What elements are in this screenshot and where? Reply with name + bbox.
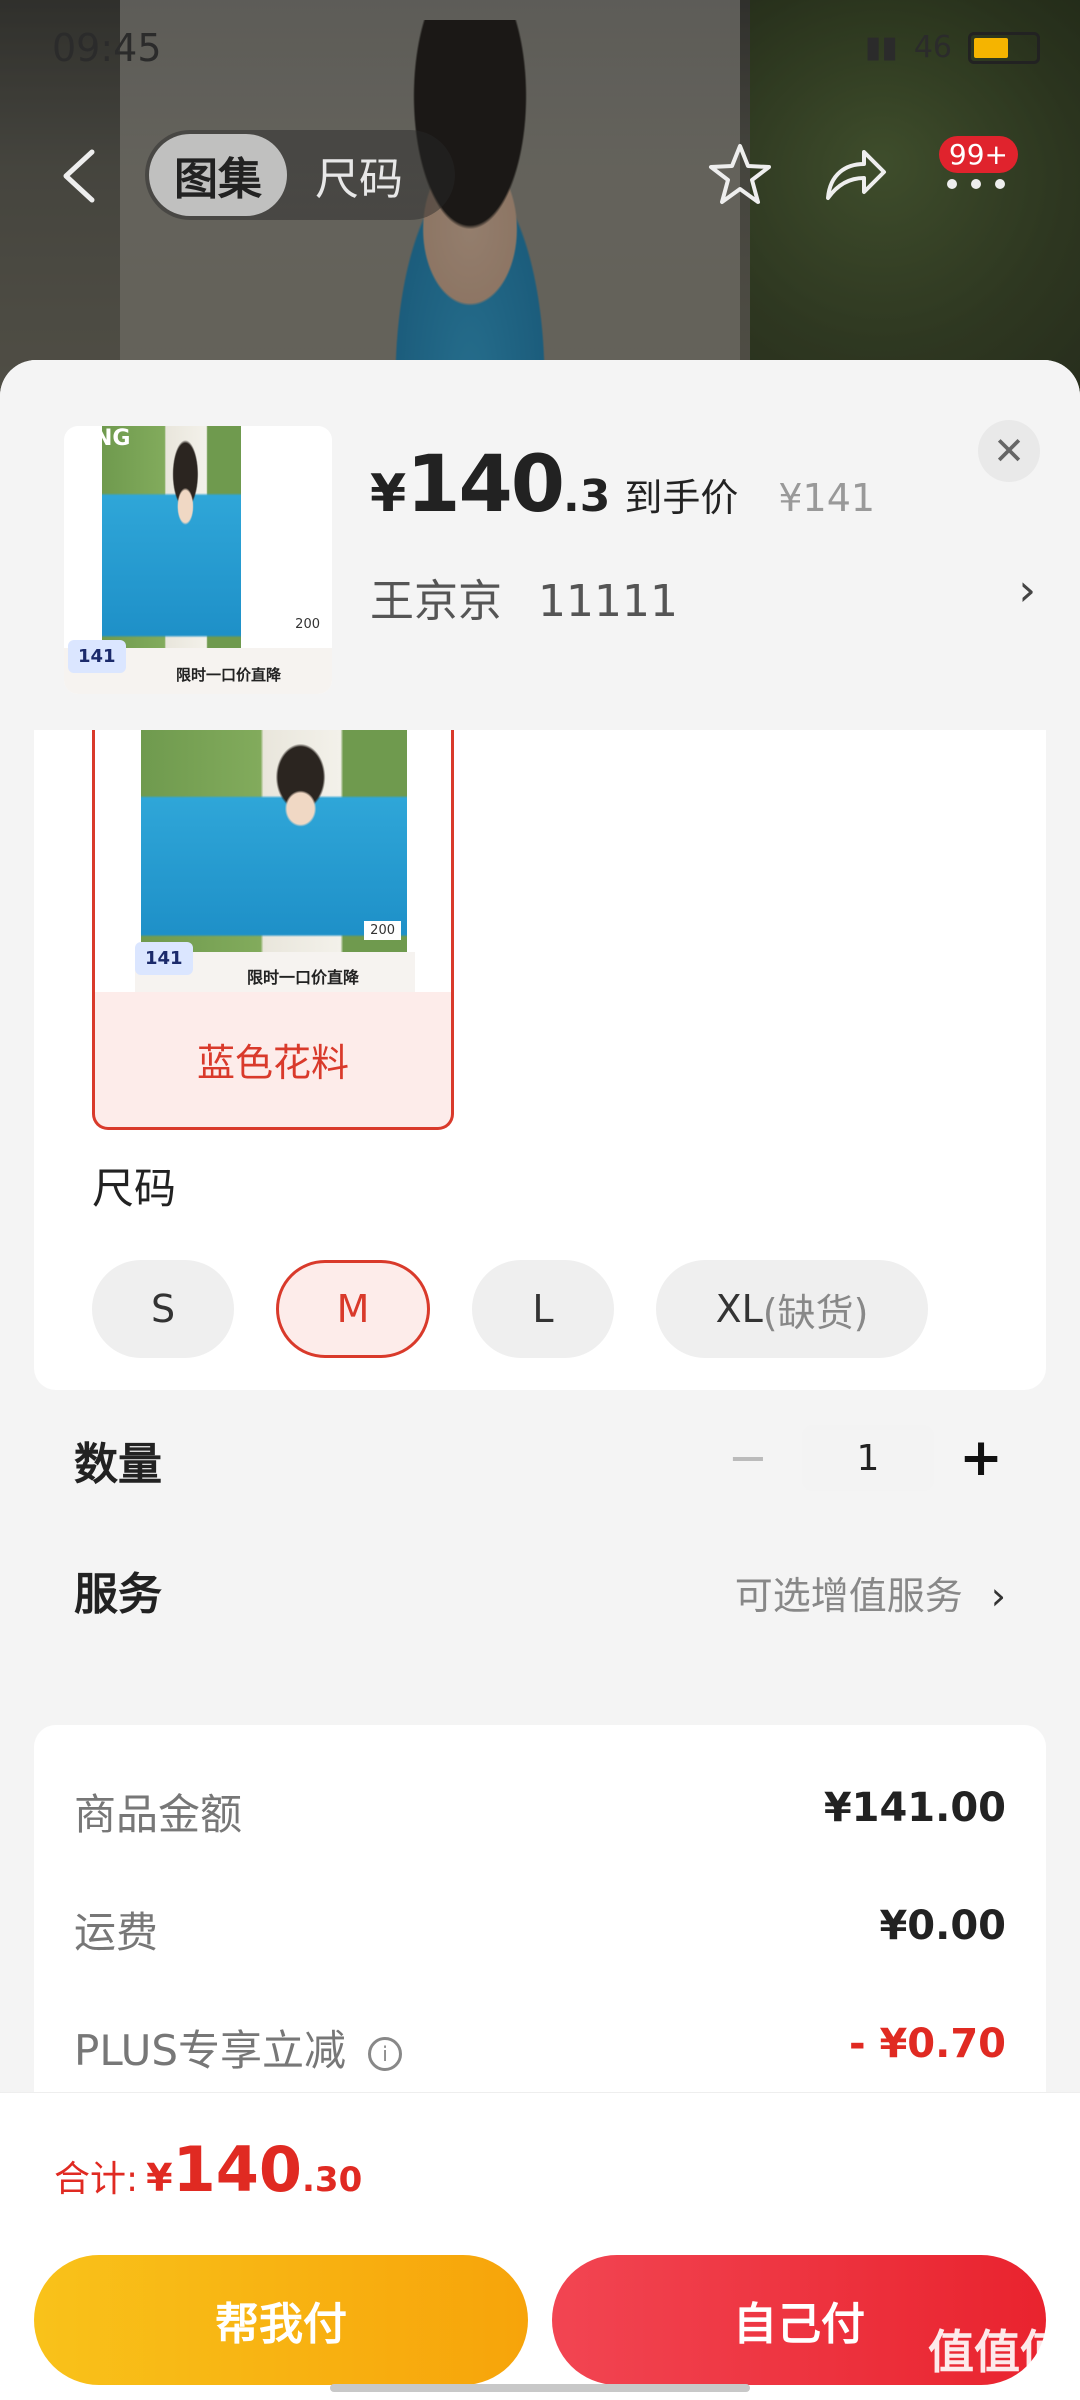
- size-option-l[interactable]: L: [472, 1260, 614, 1358]
- price-integer: 140: [406, 440, 565, 530]
- thumbnail-strip: 141 限时一口价直降: [64, 640, 332, 694]
- status-time: 09:45: [52, 26, 162, 70]
- quantity-minus-button[interactable]: −: [716, 1430, 780, 1486]
- signal-icon: ▮▮: [864, 30, 898, 65]
- quantity-row-controls: 数量 − 1 +: [74, 1415, 1046, 1505]
- top-navigation: 图集 尺码 99+: [0, 130, 1080, 220]
- watermark-sub: zhizhizhi.com: [930, 2382, 1066, 2400]
- service-label: 服务: [74, 1569, 162, 1620]
- service-value-text: 可选增值服务: [734, 1574, 963, 1618]
- fee-row-shipping: 运费 ¥0.00: [74, 1885, 1006, 1965]
- site-watermark: 值值值 zhizhizhi.com: [928, 2316, 1066, 2400]
- share-icon[interactable]: [820, 140, 890, 210]
- thumbnail-ref-price: 141: [68, 640, 126, 673]
- more-button[interactable]: 99+: [930, 136, 1040, 210]
- address-phone: 11111: [538, 576, 678, 627]
- sku-image-tag: 200: [364, 921, 401, 940]
- quantity-value[interactable]: 1: [802, 1425, 934, 1491]
- size-option-xl[interactable]: XL (缺货): [656, 1260, 928, 1358]
- chevron-right-icon: ›: [990, 1574, 1006, 1618]
- size-option-s[interactable]: S: [92, 1260, 234, 1358]
- total-currency: ¥: [146, 2156, 173, 2200]
- thumbnail-brand: NG: [94, 426, 131, 451]
- fee-plus-label-wrap: PLUS专享立减 i: [74, 2017, 403, 2078]
- sku-promo: 限时一口价直降: [247, 968, 360, 987]
- quantity-label-text: 数量: [74, 1439, 162, 1490]
- sku-ref-price: 141: [135, 942, 193, 975]
- size-title: 尺码: [92, 1164, 177, 1213]
- thumbnail-tag: 200: [289, 615, 326, 634]
- size-option-m[interactable]: M: [276, 1260, 430, 1358]
- total-decimal: .30: [302, 2160, 363, 2200]
- price-label: 到手价: [624, 476, 739, 520]
- quantity-plus-button[interactable]: +: [956, 1428, 1006, 1488]
- info-icon[interactable]: i: [368, 2036, 403, 2071]
- fee-row-goods: 商品金额 ¥141.00: [74, 1767, 1006, 1847]
- sku-option-selected[interactable]: 200 141 限时一口价直降 蓝色花料: [92, 730, 454, 1130]
- address-name: 王京京: [370, 576, 502, 627]
- back-arrow-icon[interactable]: [58, 148, 102, 204]
- fee-shipping-value: ¥0.00: [879, 1903, 1006, 1949]
- watermark-main: 值值值: [928, 2325, 1066, 2379]
- chevron-right-icon[interactable]: ›: [1018, 565, 1036, 616]
- total-amount: 合计: ¥ 140 .30: [54, 2133, 362, 2206]
- help-pay-button[interactable]: 帮我付: [34, 2255, 528, 2385]
- sku-image-strip: 141 限时一口价直降: [135, 942, 415, 992]
- network-label: 46: [913, 30, 952, 65]
- fee-summary-card: 商品金额 ¥141.00 运费 ¥0.00 PLUS专享立减 i - ¥0.70: [34, 1725, 1046, 2125]
- product-thumbnail[interactable]: NG 200 141 限时一口价直降: [64, 426, 332, 694]
- thumbnail-promo: 限时一口价直降: [176, 666, 282, 684]
- fee-shipping-label: 运费: [74, 1908, 159, 1957]
- price-decimal: .3: [563, 471, 611, 522]
- fee-goods-label: 商品金额: [74, 1790, 243, 1839]
- fee-row-plus-discount: PLUS专享立减 i - ¥0.70: [74, 2003, 1006, 2083]
- size-xl-out-of-stock: (缺货): [762, 1290, 869, 1335]
- fee-plus-label: PLUS专享立减: [74, 2026, 347, 2075]
- tab-size[interactable]: 尺码: [315, 130, 403, 220]
- status-bar: 09:45 ▮▮ 46: [52, 26, 1040, 76]
- delivery-address[interactable]: 王京京 11111: [370, 565, 678, 629]
- close-button[interactable]: ✕: [978, 420, 1040, 482]
- battery-icon: [968, 31, 1040, 64]
- home-indicator[interactable]: [330, 2384, 750, 2392]
- service-value: 可选增值服务 ›: [735, 1565, 1006, 1620]
- options-card: 200 141 限时一口价直降 蓝色花料 尺码 S M L XL(缺货) 数量: [34, 730, 1046, 1390]
- original-price: ¥141: [778, 476, 876, 520]
- size-xl-label: XL: [715, 1287, 763, 1331]
- cart-badge: 99+: [938, 136, 1018, 173]
- price-currency: ¥: [370, 464, 407, 524]
- sheet-header: NG 200 141 限时一口价直降 ¥ 140 .3 到手价 ¥141 ✕ 王…: [0, 360, 1080, 730]
- sku-image: 200 141 限时一口价直降: [95, 730, 451, 992]
- fee-goods-value: ¥141.00: [823, 1785, 1006, 1831]
- fee-plus-value: - ¥0.70: [848, 2021, 1006, 2067]
- checkout-bar: 合计: ¥ 140 .30 帮我付 自己付: [0, 2092, 1080, 2400]
- star-icon[interactable]: [705, 140, 775, 210]
- tab-gallery[interactable]: 图集: [149, 134, 287, 216]
- total-integer: 140: [172, 2133, 303, 2206]
- price-row: ¥ 140 .3 到手价 ¥141: [370, 440, 875, 530]
- gallery-tabs: 图集 尺码: [145, 130, 455, 220]
- total-label: 合计:: [54, 2159, 139, 2200]
- service-row[interactable]: 服务 可选增值服务 ›: [74, 1545, 1046, 1635]
- close-icon: ✕: [993, 429, 1025, 473]
- size-options: S M L XL (缺货): [92, 1260, 928, 1358]
- sku-color-label: 蓝色花料: [196, 1041, 349, 1085]
- quantity-stepper: − 1 +: [716, 1425, 1006, 1491]
